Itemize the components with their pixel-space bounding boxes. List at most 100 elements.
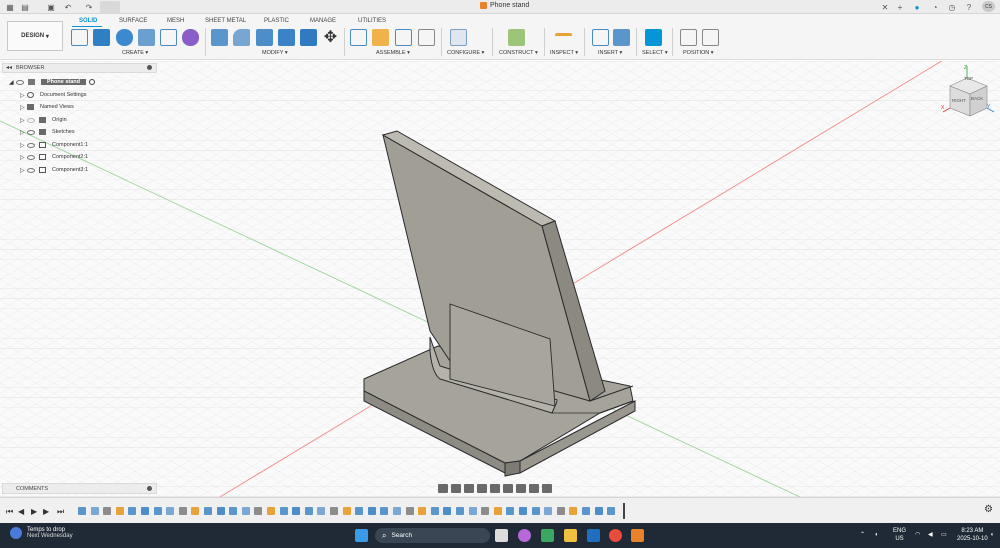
- timeline-feature-icon[interactable]: [519, 507, 527, 515]
- measure-icon[interactable]: [555, 33, 572, 43]
- timeline-feature-icon[interactable]: [103, 507, 112, 515]
- capture-position-icon[interactable]: [680, 29, 697, 46]
- redo-icon[interactable]: ↷: [84, 2, 94, 12]
- timeline-feature-icon[interactable]: [556, 507, 565, 515]
- tree-item-named-views[interactable]: ▷ Named Views: [20, 102, 74, 112]
- timeline-feature-icon[interactable]: [443, 507, 452, 515]
- language-indicator[interactable]: ENG US: [893, 527, 906, 543]
- expand-icon[interactable]: ▷: [20, 167, 27, 174]
- joint-icon[interactable]: [372, 29, 389, 46]
- timeline-feature-icon[interactable]: [178, 507, 187, 515]
- viewports-icon[interactable]: [542, 483, 552, 493]
- timeline-feature-icon[interactable]: [330, 507, 338, 515]
- timeline-feature-icon[interactable]: [279, 507, 288, 515]
- chrome-icon[interactable]: [609, 529, 622, 542]
- insert-derive-icon[interactable]: [592, 29, 609, 46]
- timeline-feature-icon[interactable]: [128, 507, 137, 515]
- revolve-icon[interactable]: [116, 29, 133, 46]
- timeline-feature-icon[interactable]: [481, 507, 490, 515]
- press-pull-icon[interactable]: [211, 29, 228, 46]
- tab-sheet-metal[interactable]: SHEET METAL: [205, 18, 246, 24]
- new-component-icon[interactable]: [350, 29, 367, 46]
- volume-icon[interactable]: ◀: [928, 531, 933, 539]
- timeline-feature-icon[interactable]: [153, 507, 162, 515]
- tab-mesh[interactable]: MESH: [167, 18, 184, 24]
- fillet-icon[interactable]: [233, 29, 250, 46]
- configure-group-label[interactable]: CONFIGURE ▾: [447, 50, 484, 56]
- model-canvas[interactable]: TOP RIGHT BACK X Z Y: [0, 61, 1000, 497]
- visibility-icon[interactable]: [27, 129, 35, 135]
- tree-item-component1[interactable]: ▷ Component1:1: [20, 140, 88, 150]
- timeline-feature-icon[interactable]: [531, 507, 540, 515]
- shell-icon[interactable]: [256, 29, 273, 46]
- save-icon[interactable]: ▣: [46, 2, 56, 12]
- timeline-feature-icon[interactable]: [166, 507, 175, 515]
- expand-icon[interactable]: ◢: [9, 79, 16, 86]
- look-at-icon[interactable]: [451, 483, 461, 493]
- tree-item-sketches[interactable]: ▷ Sketches: [20, 127, 75, 137]
- clock[interactable]: 8:23 AM 2025-10-10: [957, 527, 988, 543]
- tab-plastic[interactable]: PLASTIC: [264, 18, 289, 24]
- hole-icon[interactable]: [138, 29, 155, 46]
- grid-menu-icon[interactable]: ▦: [5, 2, 15, 12]
- browser-root[interactable]: ◢ Phone stand: [9, 77, 96, 87]
- as-built-joint-icon[interactable]: [395, 29, 412, 46]
- time-icon[interactable]: ◷: [947, 2, 957, 12]
- timeline-feature-icon[interactable]: [115, 507, 124, 515]
- tray-overflow-icon[interactable]: ⌃: [860, 531, 865, 539]
- comments-panel-header[interactable]: COMMENTS: [2, 483, 157, 494]
- split-body-icon[interactable]: [300, 29, 317, 46]
- timeline-feature-icon[interactable]: [430, 507, 439, 515]
- taskbar-search[interactable]: ⌕ Search: [375, 528, 490, 543]
- new-tab-icon[interactable]: +: [895, 2, 905, 12]
- orbit-icon[interactable]: [438, 483, 448, 493]
- collapse-browser-icon[interactable]: ◂◂: [6, 64, 12, 71]
- timeline-feature-icon[interactable]: [241, 507, 250, 515]
- expand-icon[interactable]: ▷: [20, 129, 27, 136]
- timeline-feature-icon[interactable]: [367, 507, 376, 515]
- outlook-icon[interactable]: [587, 529, 600, 542]
- tab-manage[interactable]: MANAGE: [310, 18, 336, 24]
- select-group-label[interactable]: SELECT ▾: [642, 50, 668, 56]
- timeline-feature-icon[interactable]: [204, 507, 212, 515]
- construct-group-label[interactable]: CONSTRUCT ▾: [499, 50, 538, 56]
- close-tab-icon[interactable]: ✕: [880, 2, 890, 12]
- timeline-feature-icon[interactable]: [78, 507, 86, 515]
- notification-bell-icon[interactable]: ◖: [990, 531, 994, 539]
- tab-surface[interactable]: SURFACE: [119, 18, 147, 24]
- user-avatar[interactable]: CS: [982, 1, 995, 12]
- inspect-group-label[interactable]: INSPECT ▾: [550, 50, 578, 56]
- battery-icon[interactable]: ▭: [941, 531, 947, 539]
- weather-widget[interactable]: Temps to drop Next Wednesday: [10, 527, 73, 539]
- step-forward-icon[interactable]: ▶: [43, 507, 49, 516]
- browser-pin-icon[interactable]: [147, 65, 152, 70]
- step-back-icon[interactable]: ◀: [18, 507, 24, 516]
- workspace-dropdown[interactable]: DESIGN ▾: [7, 21, 63, 51]
- combine-icon[interactable]: [278, 29, 295, 46]
- timeline-feature-icon[interactable]: [582, 507, 590, 515]
- timeline-feature-icon[interactable]: [493, 507, 502, 515]
- configure-icon[interactable]: [450, 29, 467, 46]
- timeline-feature-icon[interactable]: [380, 507, 389, 515]
- timeline-feature-icon[interactable]: [594, 507, 603, 515]
- visibility-icon[interactable]: [27, 117, 35, 123]
- expand-icon[interactable]: ▷: [20, 154, 27, 161]
- extrude-icon[interactable]: [93, 29, 110, 46]
- file-explorer-icon[interactable]: [564, 529, 577, 542]
- timeline-feature-icon[interactable]: [607, 507, 616, 515]
- grid-settings-icon[interactable]: [529, 483, 539, 493]
- tree-item-origin[interactable]: ▷ Origin: [20, 115, 67, 125]
- pan-icon[interactable]: [464, 483, 474, 493]
- undo-icon[interactable]: ↶: [63, 2, 73, 12]
- form-icon[interactable]: [182, 29, 199, 46]
- joint-origin-icon[interactable]: [418, 29, 435, 46]
- move-icon[interactable]: ✥: [322, 29, 339, 46]
- network-icon[interactable]: ◐: [875, 531, 879, 539]
- visibility-icon[interactable]: [27, 142, 35, 148]
- visibility-icon[interactable]: [27, 167, 35, 173]
- timeline-settings-gear-icon[interactable]: ⚙: [984, 504, 993, 515]
- expand-icon[interactable]: ▷: [20, 142, 27, 149]
- timeline-feature-icon[interactable]: [229, 507, 238, 515]
- visual-style-icon[interactable]: [516, 483, 526, 493]
- timeline-feature-icon[interactable]: [342, 507, 351, 515]
